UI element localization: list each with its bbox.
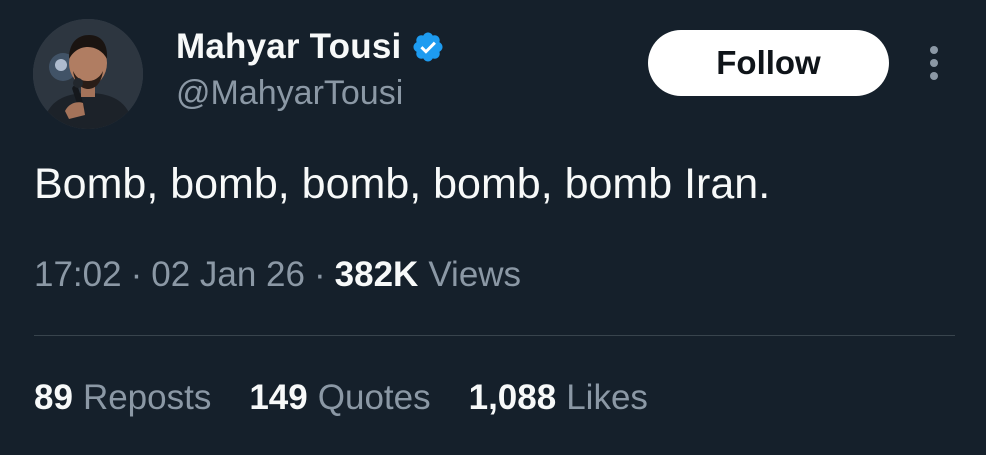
views-label[interactable]: Views [428,255,521,295]
tweet-text: Bomb, bomb, bomb, bomb, bomb Iran. [34,160,771,208]
author-handle[interactable]: @MahyarTousi [176,74,403,113]
tweet-card: Mahyar Tousi @MahyarTousi Follow Bomb, b… [0,0,986,455]
meta-separator: · [130,255,143,294]
more-vertical-icon[interactable] [920,42,948,84]
tweet-date[interactable]: 02 Jan 26 [151,255,305,295]
meta-separator: · [314,255,326,294]
views-count[interactable]: 382K [335,255,419,295]
verified-badge-icon [413,32,443,62]
reposts-count: 89 [34,378,73,417]
display-name[interactable]: Mahyar Tousi [176,27,401,67]
author-name-row: Mahyar Tousi [176,25,445,69]
avatar-photo [33,19,143,129]
likes-label: Likes [566,378,648,417]
likes-count: 1,088 [468,378,557,417]
divider [34,335,955,336]
quotes-label: Quotes [317,378,431,417]
reposts-label: Reposts [82,378,212,417]
follow-button[interactable]: Follow [648,30,889,96]
avatar[interactable] [33,19,143,129]
quotes-stat[interactable]: 149 Quotes [249,378,430,418]
likes-stat[interactable]: 1,088 Likes [469,378,648,418]
tweet-time[interactable]: 17:02 [34,255,122,295]
reposts-stat[interactable]: 89 Reposts [34,378,211,418]
quotes-count: 149 [249,378,308,417]
engagement-stats: 89 Reposts 149 Quotes 1,088 Likes [34,378,686,418]
tweet-meta: 17:02 · 02 Jan 26 · 382K Views [34,255,521,295]
